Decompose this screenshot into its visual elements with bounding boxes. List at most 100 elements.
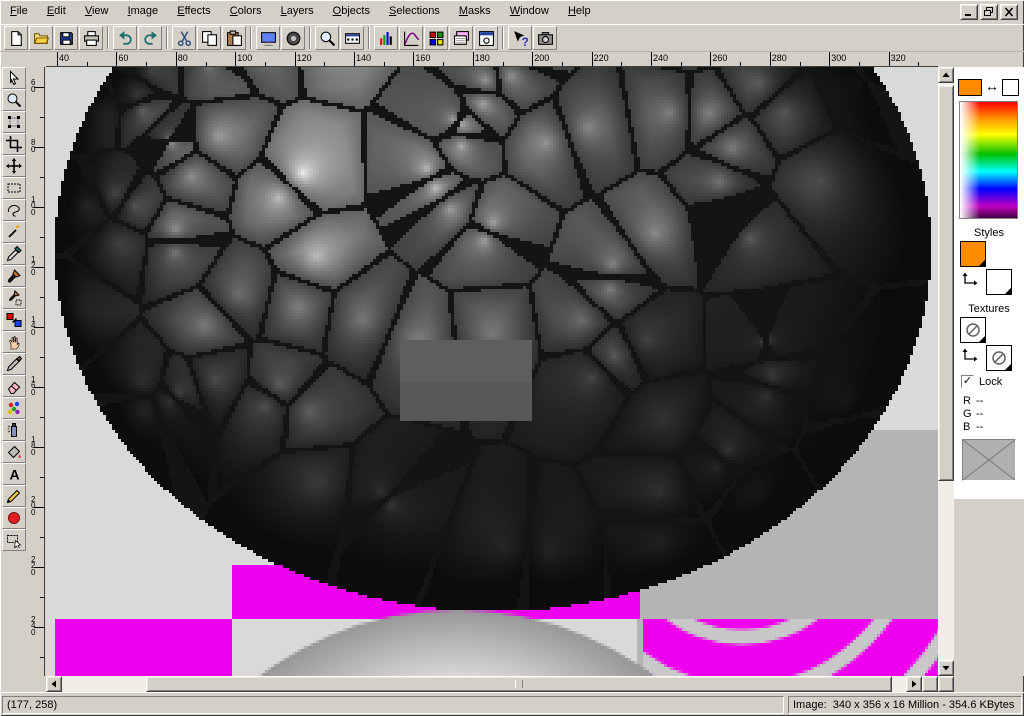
color-palette-icon xyxy=(428,30,445,47)
background-texture-swatch[interactable] xyxy=(986,345,1012,371)
swap-colors-icon[interactable]: ↔ xyxy=(985,78,999,94)
tool-selection[interactable] xyxy=(2,177,26,199)
available-colors-picker[interactable] xyxy=(959,101,1018,219)
tool-dropper[interactable] xyxy=(2,243,26,265)
scroll-right-button[interactable] xyxy=(906,676,922,692)
histogram-window-button[interactable] xyxy=(374,26,398,50)
undo-button[interactable] xyxy=(113,26,137,50)
canvas-image[interactable] xyxy=(46,67,938,676)
retouch-hand-icon xyxy=(6,334,22,350)
style-menu-arrow-icon[interactable] xyxy=(1005,288,1011,294)
restore-button[interactable] xyxy=(980,4,998,20)
tool-preset-shapes[interactable] xyxy=(2,507,26,529)
menu-selections[interactable]: Selections xyxy=(381,2,448,21)
scroll-down-button[interactable] xyxy=(938,660,954,676)
save-icon xyxy=(58,30,75,47)
new-button[interactable] xyxy=(4,26,28,50)
horizontal-scroll-thumb[interactable] xyxy=(146,676,892,692)
lock-checkbox[interactable]: ✓ xyxy=(961,375,974,388)
tool-paintbrush[interactable] xyxy=(2,265,26,287)
toggle-overview-button[interactable] xyxy=(474,26,498,50)
tool-picture-tube[interactable] xyxy=(2,397,26,419)
tool-eraser[interactable] xyxy=(2,375,26,397)
tool-airbrush[interactable] xyxy=(2,419,26,441)
tool-clone-brush[interactable] xyxy=(2,287,26,309)
toggle-layer-palette-button[interactable] xyxy=(449,26,473,50)
copy-button[interactable] xyxy=(197,26,221,50)
menu-layers[interactable]: Layers xyxy=(273,2,322,21)
svg-text:?: ? xyxy=(521,35,528,46)
tool-magic-wand[interactable] xyxy=(2,221,26,243)
image-canvas-area[interactable] xyxy=(46,67,938,676)
texture-menu-arrow-icon[interactable] xyxy=(1005,364,1011,370)
cursor-position: (177, 258) xyxy=(2,696,784,714)
style-menu-arrow-icon[interactable] xyxy=(979,260,985,266)
arrow-icon xyxy=(6,70,22,86)
menu-colors[interactable]: Colors xyxy=(222,2,270,21)
vertical-scroll-thumb[interactable] xyxy=(938,85,954,481)
tool-flood-fill[interactable] xyxy=(2,441,26,463)
tool-text[interactable]: A xyxy=(2,463,26,485)
screen-capture-button[interactable] xyxy=(533,26,557,50)
menu-edit[interactable]: Edit xyxy=(39,2,74,21)
tool-deformation[interactable] xyxy=(2,111,26,133)
menu-objects[interactable]: Objects xyxy=(325,2,378,21)
menu-file[interactable]: File xyxy=(2,2,36,21)
redo-button[interactable] xyxy=(138,26,162,50)
print-button[interactable] xyxy=(79,26,103,50)
normal-viewing-button[interactable] xyxy=(281,26,305,50)
swap-textures-icon[interactable] xyxy=(961,348,979,369)
cut-icon xyxy=(176,30,193,47)
tool-mover[interactable] xyxy=(2,155,26,177)
camera-icon xyxy=(537,30,554,47)
save-button[interactable] xyxy=(54,26,78,50)
tool-freehand[interactable] xyxy=(2,199,26,221)
menu-image[interactable]: Image xyxy=(120,2,167,21)
foreground-color-swatch[interactable] xyxy=(958,79,982,96)
tool-retouch[interactable] xyxy=(2,331,26,353)
menu-masks[interactable]: Masks xyxy=(451,2,499,21)
minimize-button[interactable] xyxy=(960,4,978,20)
menu-help[interactable]: Help xyxy=(560,2,599,21)
background-style-swatch[interactable] xyxy=(986,269,1012,295)
tool-draw[interactable] xyxy=(2,485,26,507)
full-screen-preview-button[interactable] xyxy=(256,26,280,50)
menu-view[interactable]: View xyxy=(77,2,117,21)
texture-menu-arrow-icon[interactable] xyxy=(979,336,985,342)
open-button[interactable] xyxy=(29,26,53,50)
vertical-scrollbar[interactable] xyxy=(938,67,954,676)
tool-object-selector[interactable] xyxy=(2,529,26,551)
tool-color-replacer[interactable] xyxy=(2,309,26,331)
lock-row: ✓ Lock xyxy=(961,375,1002,388)
toggle-histogram-button[interactable] xyxy=(399,26,423,50)
foreground-style-swatch[interactable] xyxy=(960,241,986,267)
scroll-left-button[interactable] xyxy=(46,676,62,692)
zoom-100-button[interactable] xyxy=(315,26,339,50)
left-arrow-icon xyxy=(50,680,58,688)
horizontal-scrollbar[interactable] xyxy=(46,676,922,692)
foreground-texture-swatch[interactable] xyxy=(960,317,986,343)
toggle-tool-options-button[interactable] xyxy=(340,26,364,50)
scroll-up-button[interactable] xyxy=(938,67,954,83)
flood-fill-icon xyxy=(6,444,22,460)
tool-zoom[interactable] xyxy=(2,89,26,111)
toolbar-separator xyxy=(502,27,504,49)
swap-styles-icon[interactable] xyxy=(961,272,979,293)
object-selector-icon xyxy=(6,532,22,548)
close-button[interactable] xyxy=(1000,4,1018,20)
menu-effects[interactable]: Effects xyxy=(169,2,218,21)
texture-preview[interactable] xyxy=(962,439,1016,481)
toggle-color-palette-button[interactable] xyxy=(424,26,448,50)
background-color-swatch[interactable] xyxy=(1002,79,1019,96)
tool-arrow[interactable] xyxy=(2,67,26,89)
r-value: -- xyxy=(976,395,983,407)
cut-button[interactable] xyxy=(172,26,196,50)
paste-button[interactable] xyxy=(222,26,246,50)
tool-crop[interactable] xyxy=(2,133,26,155)
tool-scratch-remover[interactable] xyxy=(2,353,26,375)
context-help-button[interactable]: ? xyxy=(508,26,532,50)
menu-window[interactable]: Window xyxy=(502,2,557,21)
print-icon xyxy=(83,30,100,47)
b-label: B xyxy=(963,421,976,434)
scrollbar-corner xyxy=(938,676,954,692)
